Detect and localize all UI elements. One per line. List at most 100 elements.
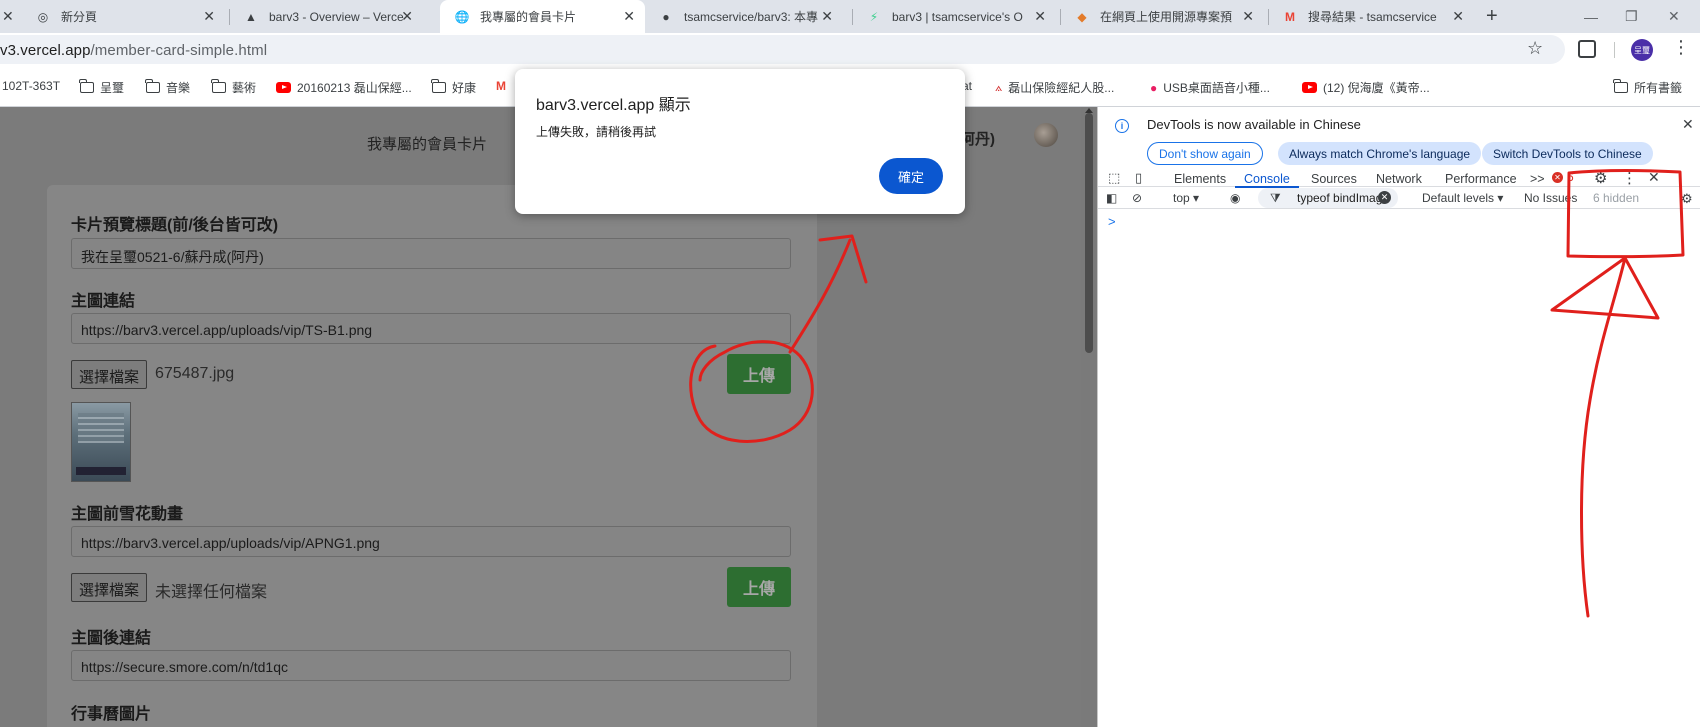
tab-performance[interactable]: Performance [1445, 172, 1517, 186]
tab-github[interactable]: ● tsamcservice/barv3: 本專 ✕ [658, 0, 843, 33]
main-image-label: 主圖連結 [71, 293, 136, 310]
close-icon[interactable]: ✕ [623, 8, 635, 25]
url-path: /member-card-simple.html [90, 42, 268, 59]
preview-title-label: 卡片預覽標題(前/後台皆可改) [71, 217, 279, 234]
close-icon[interactable]: ✕ [203, 8, 215, 25]
tab-title: 搜尋結果 - tsamcservice [1308, 10, 1437, 24]
tab-supabase[interactable]: ⚡ barv3 | tsamcservice's O ✕ [866, 0, 1056, 33]
snow-file-name: 未選擇任何檔案 [155, 584, 268, 601]
new-tab-button[interactable]: + [1486, 0, 1498, 33]
window-close-icon[interactable]: ✕ [1668, 0, 1680, 33]
folder-icon [431, 79, 446, 93]
snow-animation-input[interactable]: https://barv3.vercel.app/uploads/vip/APN… [71, 526, 791, 557]
calendar-image-label: 行事曆圖片 [71, 706, 152, 723]
all-bookmarks[interactable]: 所有書籤 [1613, 79, 1682, 96]
tab-partial[interactable]: ✕ [0, 0, 30, 33]
console-toolbar: ◧ ⊘ top ▾ ◉ ⧩ typeof bindImag ✕ Default … [1098, 187, 1700, 209]
extensions-icon[interactable] [1578, 40, 1596, 58]
device-toolbar-icon[interactable]: ▯ [1135, 170, 1142, 186]
gmail-icon: M [496, 79, 506, 93]
console-prompt[interactable]: > [1108, 214, 1116, 229]
inspect-element-icon[interactable]: ⬚ [1108, 170, 1120, 186]
vercel-icon: ▲ [245, 9, 257, 24]
tab-gmail-search[interactable]: M 搜尋結果 - tsamcservice ✕ [1282, 0, 1474, 33]
github-icon: ● [662, 9, 670, 24]
tab-console[interactable]: Console [1244, 172, 1290, 186]
bookmark-item[interactable]: 102T-363T [2, 79, 60, 93]
clear-filter-icon[interactable]: ✕ [1378, 191, 1391, 204]
minimize-icon[interactable]: — [1584, 0, 1598, 33]
clear-console-icon[interactable]: ⊘ [1132, 191, 1142, 205]
context-selector[interactable]: top ▾ [1173, 191, 1199, 205]
main-upload-button[interactable]: 上傳 [727, 354, 791, 394]
bookmark-folder[interactable]: 呈璽 [79, 79, 124, 96]
youtube-icon [276, 82, 291, 93]
main-choose-file-button[interactable]: 選擇檔案 [71, 360, 148, 389]
error-count: 6 [1567, 170, 1574, 184]
dialog-title: barv3.vercel.app 顯示 [536, 97, 691, 114]
tab-elements[interactable]: Elements [1174, 172, 1226, 186]
close-icon[interactable]: ✕ [1682, 116, 1694, 133]
dialog-message: 上傳失敗，請稍後再試 [536, 125, 657, 139]
close-icon[interactable]: ✕ [1242, 8, 1254, 25]
bookmark-label: 好康 [452, 81, 477, 95]
close-icon[interactable]: ✕ [1452, 8, 1464, 25]
bookmark-folder[interactable]: 音樂 [145, 79, 191, 96]
bookmark-item[interactable]: ● USB桌面語音小種... [1150, 79, 1270, 96]
main-image-input[interactable]: https://barv3.vercel.app/uploads/vip/TS-… [71, 313, 791, 344]
alert-dialog: barv3.vercel.app 顯示 上傳失敗，請稍後再試 確定 [515, 69, 965, 214]
log-levels-dropdown[interactable]: Default levels ▾ [1422, 191, 1503, 205]
bookmark-folder[interactable]: 好康 [431, 79, 477, 96]
devtools-tab-bar: ⬚ ▯ Elements Console Sources Network Per… [1098, 162, 1700, 187]
after-link-input[interactable]: https://secure.smore.com/n/td1qc [71, 650, 791, 681]
tab-network[interactable]: Network [1376, 172, 1422, 186]
tab-sources[interactable]: Sources [1311, 172, 1357, 186]
tab-member-card[interactable]: 🌐 我專屬的會員卡片 ✕ [440, 0, 645, 33]
more-tabs-icon[interactable]: >> [1530, 172, 1545, 186]
bookmark-label: (12) 倪海廈《黃帝... [1323, 81, 1430, 95]
chrome-menu-icon[interactable]: ⋮ [1672, 37, 1690, 58]
issues-counter[interactable]: No Issues [1524, 191, 1577, 205]
tab-title: 在網頁上使用開源專案預 [1100, 10, 1233, 24]
devtools-close-icon[interactable]: ✕ [1648, 169, 1660, 186]
language-banner-text: DevTools is now available in Chinese [1147, 117, 1361, 132]
bookmark-star-icon[interactable]: ☆ [1527, 38, 1543, 59]
bookmark-item[interactable]: ⟑ 磊山保險經紀人股... [995, 79, 1114, 96]
tab-opensource[interactable]: ◆ 在網頁上使用開源專案預 ✕ [1074, 0, 1264, 33]
close-icon[interactable]: ✕ [401, 8, 413, 25]
filter-icon: ⧩ [1270, 191, 1281, 205]
settings-gear-icon[interactable]: ⚙ [1594, 169, 1607, 187]
snow-upload-button[interactable]: 上傳 [727, 567, 791, 607]
scrollbar-thumb[interactable] [1085, 113, 1093, 353]
close-icon[interactable]: ✕ [2, 8, 14, 25]
close-icon[interactable]: ✕ [821, 8, 833, 25]
sidebar-toggle-icon[interactable]: ◧ [1106, 191, 1117, 205]
console-settings-icon[interactable]: ⚙ [1681, 191, 1693, 207]
url-text[interactable]: v3.vercel.app/member-card-simple.html [0, 42, 267, 59]
bookmark-label: 磊山保險經紀人股... [1008, 81, 1115, 95]
error-count-badge[interactable]: ✕ 6 [1552, 170, 1574, 184]
bookmark-item[interactable]: M [496, 79, 512, 93]
profile-avatar[interactable]: 呈璽 [1631, 39, 1653, 61]
preview-title-input[interactable]: 我在呈璽0521-6/蘇丹成(阿丹) [71, 238, 791, 269]
close-icon[interactable]: ✕ [1034, 8, 1046, 25]
bookmark-folder[interactable]: 藝術 [211, 79, 256, 96]
live-expression-eye-icon[interactable]: ◉ [1230, 191, 1240, 205]
dialog-ok-button[interactable]: 確定 [879, 158, 943, 194]
bookmark-item[interactable]: (12) 倪海廈《黃帝... [1302, 79, 1430, 96]
tab-separator [852, 9, 853, 25]
restore-icon[interactable]: ❐ [1625, 0, 1638, 33]
snow-choose-file-button[interactable]: 選擇檔案 [71, 573, 148, 602]
globe-icon: 🌐 [454, 9, 470, 24]
tab-new-tab[interactable]: ◎ 新分頁 ✕ [35, 0, 225, 33]
bookmark-label: 音樂 [166, 81, 191, 95]
bookmark-item[interactable]: 20160213 磊山保經... [276, 79, 412, 96]
avatar [1034, 123, 1058, 147]
devtools-menu-icon[interactable]: ⋮ [1622, 169, 1637, 187]
bookmark-label: 20160213 磊山保經... [297, 81, 412, 95]
filter-text[interactable]: typeof bindImag [1297, 191, 1382, 205]
address-bar[interactable]: v3.vercel.app/member-card-simple.html [0, 35, 1565, 64]
tab-vercel[interactable]: ▲ barv3 - Overview – Verce ✕ [243, 0, 423, 33]
tab-title: tsamcservice/barv3: 本專 [684, 10, 819, 24]
info-icon: i [1115, 119, 1129, 133]
